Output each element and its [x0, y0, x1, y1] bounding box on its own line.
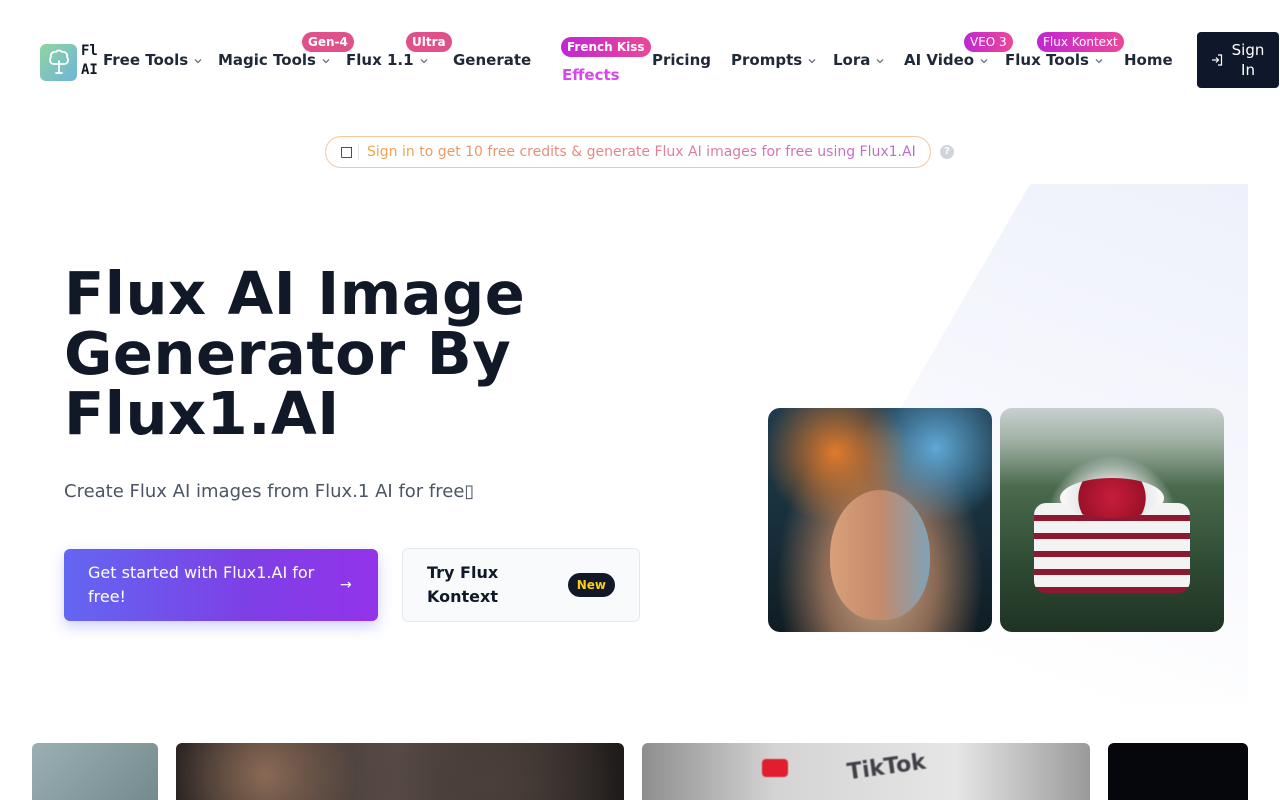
hero-title: Flux AI Image Generator By Flux1.AI — [64, 259, 526, 448]
nav-lora-label: Lora — [833, 51, 871, 69]
nav-effects[interactable]: Effects — [562, 65, 620, 85]
gallery-image[interactable] — [32, 743, 158, 800]
gallery-strip: TikTok — [32, 743, 1248, 800]
woman-face-shape — [830, 490, 930, 620]
nav-magic-tools-label: Magic Tools — [218, 51, 316, 69]
sign-in-label: Sign In — [1231, 41, 1265, 79]
cake-in-forest-image — [1000, 408, 1224, 632]
login-icon — [1212, 54, 1223, 66]
chevron-down-icon — [808, 58, 816, 63]
help-icon[interactable]: ? — [940, 145, 954, 159]
sign-in-button[interactable]: Sign In — [1197, 32, 1279, 88]
nav-generate[interactable]: Generate — [453, 50, 531, 70]
logo[interactable]: Flux AI — [40, 42, 99, 82]
chevron-down-icon — [420, 58, 428, 63]
page: Flux AI Free Tools Magic Tools Gen-4 Flu… — [0, 0, 1280, 800]
get-started-button[interactable]: Get started with Flux1.AI for free! → — [64, 549, 378, 621]
woman-with-flowers-image — [768, 408, 992, 632]
chevron-down-icon — [980, 58, 988, 63]
chevron-down-icon — [194, 58, 202, 63]
gift-icon: □ — [340, 144, 354, 160]
emoji-placeholder-icon: ▯ — [464, 481, 475, 502]
get-started-label: Get started with Flux1.AI for free! — [88, 563, 315, 606]
nav-prompts[interactable]: Prompts — [731, 50, 817, 70]
notice-text: Sign in to get 10 free credits & generat… — [367, 144, 916, 160]
youtube-logo-icon — [762, 759, 788, 777]
badge-ultra: Ultra — [406, 32, 452, 52]
try-flux-kontext-label: Try Flux Kontext — [427, 563, 499, 606]
tree-logo-icon — [40, 43, 77, 81]
site-header: Flux AI Free Tools Magic Tools Gen-4 Flu… — [0, 0, 1280, 120]
cake-top-shape — [1060, 478, 1164, 518]
chevron-down-icon — [876, 58, 884, 63]
badge-gen4: Gen-4 — [302, 32, 354, 52]
logo-text: Flux AI — [81, 43, 99, 78]
nav-ai-video-label: AI Video — [904, 51, 975, 69]
try-flux-kontext-button[interactable]: Try Flux Kontext New — [402, 548, 640, 622]
chevron-down-icon — [1095, 58, 1103, 63]
badge-veo3: VEO 3 — [964, 32, 1013, 52]
nav-free-tools-label: Free Tools — [103, 51, 189, 69]
nav-flux-tools-label: Flux Tools — [1005, 51, 1089, 69]
nav-home[interactable]: Home — [1124, 50, 1173, 70]
arrow-right-icon: → — [340, 577, 352, 593]
gallery-image[interactable] — [1108, 743, 1248, 800]
nav-pricing-label: Pricing — [652, 51, 711, 69]
gallery-image[interactable] — [176, 743, 624, 800]
nav-prompts-label: Prompts — [731, 51, 803, 69]
new-badge: New — [567, 573, 615, 597]
nav-generate-label: Generate — [453, 51, 532, 69]
nav-flux-1-1[interactable]: Flux 1.1 — [346, 50, 429, 70]
nav-effects-label: Effects — [562, 66, 620, 84]
hero-subtitle-text: Create Flux AI images from Flux.1 AI for… — [64, 481, 465, 502]
nav-free-tools[interactable]: Free Tools — [103, 50, 203, 70]
badge-flux-kontext: Flux Kontext — [1037, 32, 1124, 52]
gallery-tile-text: TikTok — [845, 749, 928, 786]
nav-ai-video[interactable]: AI Video — [904, 50, 989, 70]
nav-lora[interactable]: Lora — [833, 50, 885, 70]
nav-magic-tools[interactable]: Magic Tools — [218, 50, 331, 70]
nav-flux-tools[interactable]: Flux Tools — [1005, 50, 1104, 70]
notice-divider — [358, 144, 359, 160]
nav-pricing[interactable]: Pricing — [652, 50, 711, 70]
chevron-down-icon — [322, 58, 330, 63]
hero-subtitle: Create Flux AI images from Flux.1 AI for… — [64, 481, 474, 502]
nav-home-label: Home — [1124, 51, 1173, 69]
badge-french-kiss: French Kiss — [561, 37, 651, 57]
gallery-image[interactable]: TikTok — [642, 743, 1090, 800]
free-credits-notice[interactable]: □ Sign in to get 10 free credits & gener… — [325, 136, 931, 168]
nav-flux-1-1-label: Flux 1.1 — [346, 51, 414, 69]
